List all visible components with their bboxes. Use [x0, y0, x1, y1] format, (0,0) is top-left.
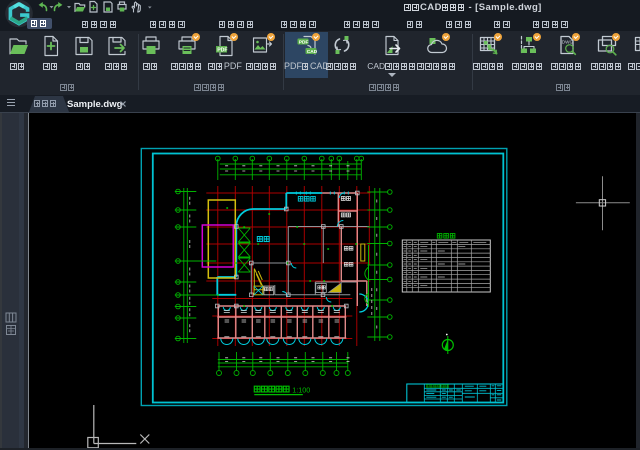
svg-text:CAD: CAD: [306, 49, 317, 55]
svg-text:PDF: PDF: [217, 47, 227, 53]
svg-text:DWG: DWG: [562, 40, 574, 45]
svg-text:PDF: PDF: [298, 39, 308, 45]
svg-text:1:100: 1:100: [292, 386, 310, 395]
